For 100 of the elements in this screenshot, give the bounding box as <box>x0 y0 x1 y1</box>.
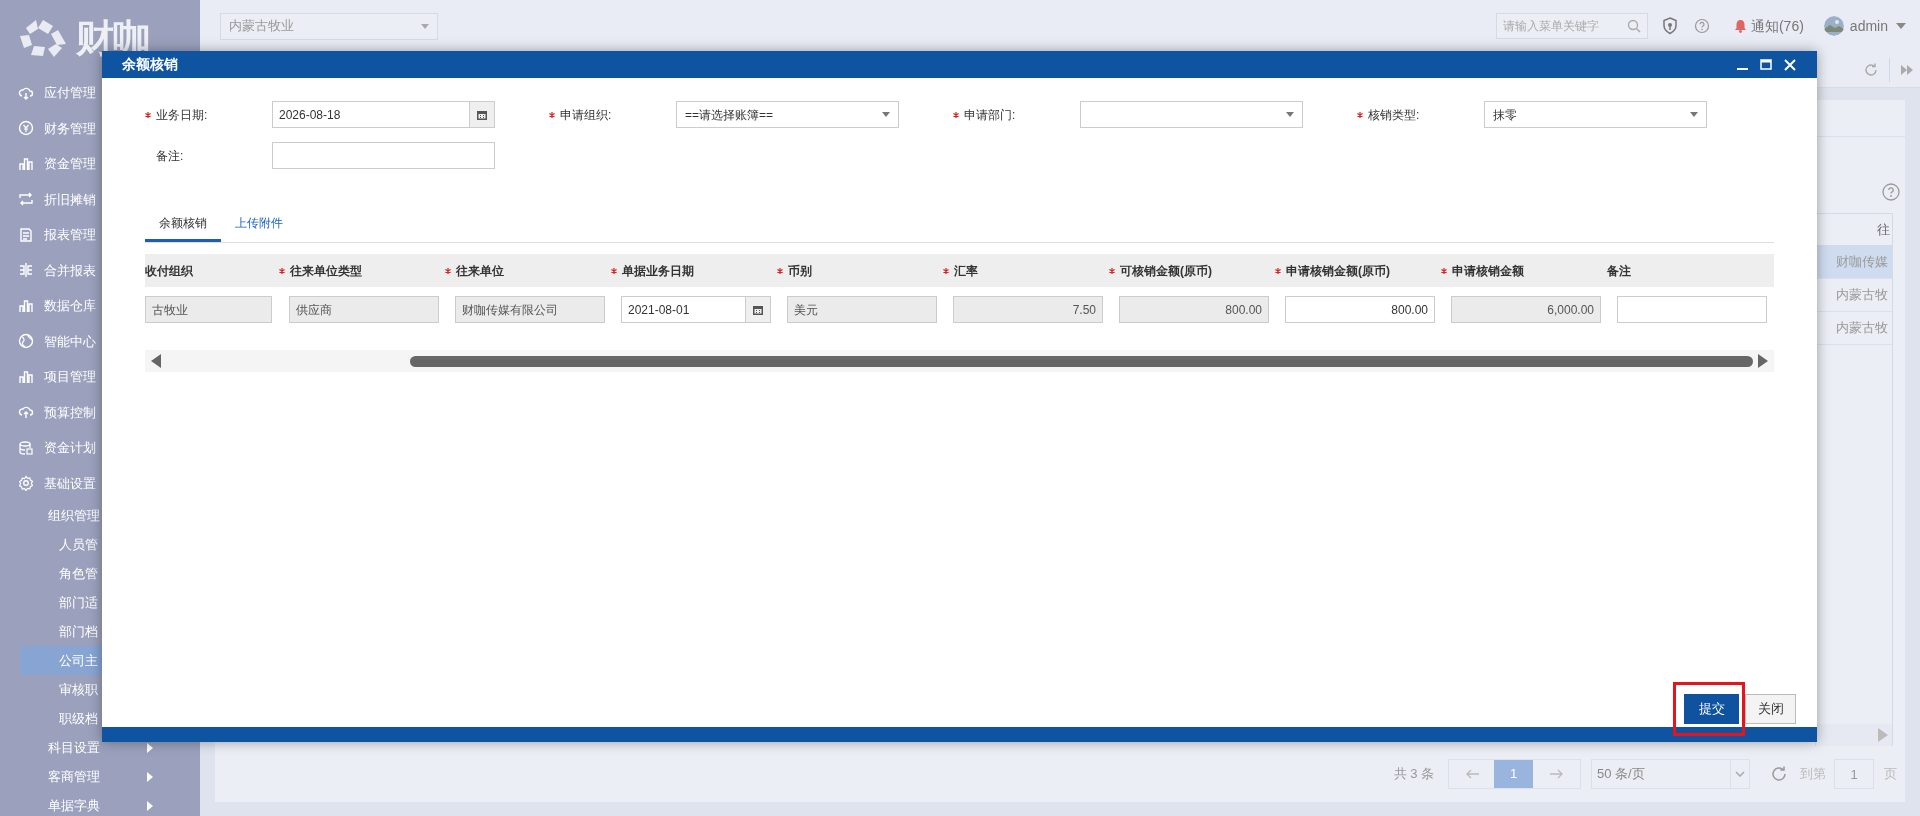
bar-chart-icon <box>18 155 34 172</box>
shield-icon <box>1661 17 1678 35</box>
field-label: 申请组织: <box>560 106 612 124</box>
bar-chart-icon <box>18 297 34 314</box>
column-header: 币别 <box>788 262 812 280</box>
settings-icon <box>18 475 34 492</box>
help-icon <box>1693 18 1710 34</box>
cloud-upload-icon <box>18 404 34 421</box>
text-field[interactable] <box>272 142 495 169</box>
sidebar-item[interactable]: 智能中心 <box>0 323 200 359</box>
total-count: 共 3 条 <box>1393 765 1434 784</box>
repeat-icon <box>18 191 34 208</box>
table-cell: 美元 <box>787 296 937 323</box>
table-cell: 800.00 <box>1119 296 1269 323</box>
field-label: 申请部门: <box>964 106 1016 124</box>
yen-circle-icon <box>18 120 34 137</box>
avatar-icon <box>1823 16 1844 36</box>
sidebar-subitem[interactable]: 单据字典 <box>0 791 200 816</box>
select-field[interactable] <box>1080 101 1303 128</box>
search-icon <box>1626 19 1641 33</box>
caret-down-icon <box>1286 112 1294 117</box>
calendar-icon <box>753 304 763 315</box>
sidebar-subitem[interactable]: 客商管理 <box>0 762 200 791</box>
minimize-icon <box>1736 67 1748 70</box>
sidebar-item[interactable]: 项目管理 <box>0 359 200 395</box>
sidebar-subitem[interactable]: 科目设置 <box>0 733 200 762</box>
column-header: 往 <box>1877 220 1890 239</box>
globe-icon <box>18 333 34 350</box>
horizontal-scrollbar[interactable] <box>145 350 1774 372</box>
field-label: 核销类型: <box>1368 106 1420 124</box>
date-field[interactable]: 2021-08-01 <box>621 296 771 323</box>
column-header: 单据业务日期 <box>622 262 694 280</box>
calendar-icon <box>477 109 487 120</box>
bell-icon <box>1733 19 1747 33</box>
merge-icon <box>18 262 34 279</box>
cell-input-field[interactable] <box>1617 296 1767 323</box>
cell-input-field[interactable]: 800.00 <box>1285 296 1435 323</box>
column-header: 汇率 <box>954 262 978 280</box>
caret-down-icon <box>1896 23 1906 29</box>
sidebar-item[interactable]: 基础设置 <box>0 465 200 501</box>
notifications-link[interactable]: 通知(76) <box>1750 15 1804 37</box>
arrow-right-icon <box>1549 769 1564 779</box>
column-header: 往来单位 <box>456 262 504 280</box>
table-cell: 财咖传媒有限公司 <box>455 296 605 323</box>
chevron-right-icon <box>146 771 154 782</box>
select-field[interactable]: 抹零 <box>1484 101 1707 128</box>
dialog-title: 余额核销 <box>122 55 178 74</box>
sidebar-item[interactable]: 资金计划 <box>0 430 200 466</box>
maximize-icon <box>1760 59 1772 70</box>
column-header: 申请核销金额(原币) <box>1286 262 1390 280</box>
table-cell: 供应商 <box>289 296 439 323</box>
refresh-icon <box>1770 765 1788 783</box>
logo-icon <box>18 17 68 58</box>
close-icon <box>1784 58 1796 71</box>
scrollbar-thumb[interactable] <box>410 355 1753 367</box>
sidebar-subitem-label: 单据字典 <box>48 796 100 815</box>
table-cell: 6,000.00 <box>1451 296 1601 323</box>
bar-chart-icon <box>18 368 34 385</box>
field-label: 备注: <box>155 147 184 165</box>
sidebar-subitem-label: 科目设置 <box>48 738 100 757</box>
caret-down-icon <box>421 23 429 29</box>
scroll-right-icon <box>1878 728 1888 742</box>
page-label: 页 <box>1884 765 1897 784</box>
page-number-field[interactable]: 1 <box>1834 759 1874 789</box>
table-row[interactable]: 财咖传媒 <box>1816 246 1892 279</box>
organization-select[interactable]: 内蒙古牧业 <box>220 12 438 40</box>
goto-label: 到第 <box>1800 765 1826 784</box>
caret-down-icon <box>882 112 890 117</box>
sidebar-item[interactable]: 预算控制 <box>0 394 200 430</box>
double-arrow-icon <box>1900 63 1914 76</box>
table-cell: 古牧业 <box>145 296 272 323</box>
date-field[interactable]: 2026-08-18 <box>272 101 495 128</box>
scroll-right-icon <box>1758 354 1768 368</box>
page-button[interactable]: 1 <box>1494 760 1533 788</box>
refresh-icon <box>1863 61 1879 78</box>
column-header: 可核销金额(原币) <box>1120 262 1212 280</box>
search-field[interactable]: 请输入菜单关键字 <box>1495 13 1648 39</box>
column-header: 申请核销金额 <box>1452 262 1524 280</box>
field-label: 业务日期: <box>156 106 208 124</box>
tab[interactable]: 上传附件 <box>221 207 297 242</box>
column-header: 往来单位类型 <box>290 262 362 280</box>
chevron-down-icon <box>1735 771 1745 777</box>
document-icon <box>18 226 34 243</box>
caret-down-icon <box>1690 112 1698 117</box>
select-field[interactable]: ==请选择账簿== <box>676 101 899 128</box>
column-header: 收付组织 <box>145 262 193 280</box>
tab[interactable]: 余额核销 <box>145 207 221 242</box>
chevron-right-icon <box>146 742 154 753</box>
database-icon <box>18 439 34 456</box>
submit-button[interactable]: 提交 <box>1684 694 1739 724</box>
chevron-right-icon <box>146 800 154 811</box>
column-header: 备注 <box>1607 262 1631 280</box>
close-button[interactable] <box>1783 57 1797 72</box>
scroll-left-icon <box>151 354 161 368</box>
close-dialog-button[interactable]: 关闭 <box>1745 694 1796 724</box>
maximize-button[interactable] <box>1759 57 1773 72</box>
user-name[interactable]: admin <box>1849 15 1888 37</box>
arrow-left-icon <box>1464 769 1479 779</box>
page-size-select[interactable]: 50 条/页 <box>1591 759 1750 789</box>
table-cell: 7.50 <box>953 296 1103 323</box>
